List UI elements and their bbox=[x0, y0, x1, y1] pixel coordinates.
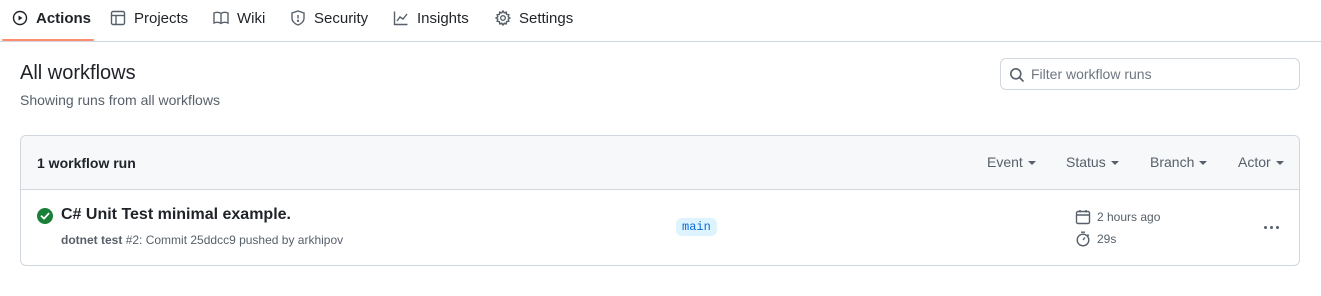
run-time-ago: 2 hours ago bbox=[1097, 210, 1161, 224]
filter-actor[interactable]: Actor bbox=[1238, 154, 1284, 170]
play-circle-icon bbox=[12, 10, 28, 26]
graph-icon bbox=[393, 11, 408, 26]
tab-settings-label: Settings bbox=[519, 9, 574, 27]
search-icon bbox=[1010, 68, 1025, 83]
filter-status[interactable]: Status bbox=[1066, 154, 1119, 170]
book-icon bbox=[213, 11, 229, 25]
tab-wiki[interactable]: Wiki bbox=[213, 0, 265, 36]
runs-list-header: 1 workflow run Event Status Branch Actor bbox=[21, 136, 1299, 190]
chevron-down-icon bbox=[1027, 161, 1036, 165]
tab-security[interactable]: Security bbox=[290, 0, 368, 36]
tab-insights-label: Insights bbox=[417, 9, 469, 27]
tab-security-label: Security bbox=[314, 9, 369, 27]
run-time: 2 hours ago bbox=[1075, 209, 1160, 225]
gear-icon bbox=[495, 10, 511, 26]
filter-status-label: Status bbox=[1066, 154, 1106, 170]
chevron-down-icon bbox=[1275, 161, 1284, 165]
filter-actor-label: Actor bbox=[1238, 154, 1271, 170]
tab-actions-label: Actions bbox=[36, 9, 92, 27]
table-icon bbox=[110, 10, 126, 26]
more-actions-button[interactable] bbox=[1255, 214, 1287, 240]
run-duration-value: 29s bbox=[1097, 232, 1117, 246]
tab-projects[interactable]: Projects bbox=[110, 0, 188, 36]
repo-nav: Actions Projects Wiki Security Insights bbox=[0, 0, 1321, 42]
tab-insights[interactable]: Insights bbox=[393, 0, 469, 36]
filter-branch-label: Branch bbox=[1150, 154, 1195, 170]
kebab-dot bbox=[1269, 225, 1273, 229]
chevron-down-icon bbox=[1110, 161, 1119, 165]
shield-icon bbox=[291, 10, 305, 26]
kebab-dot bbox=[1263, 225, 1267, 229]
calendar-icon bbox=[1075, 210, 1091, 225]
page-subtitle: Showing runs from all workflows bbox=[20, 92, 220, 108]
check-circle-icon bbox=[37, 208, 53, 224]
run-duration: 29s bbox=[1075, 231, 1116, 247]
filter-workflow-runs bbox=[1000, 58, 1300, 90]
run-meta: dotnet test #2: Commit 25ddcc9 pushed by… bbox=[61, 233, 343, 247]
tab-projects-label: Projects bbox=[134, 9, 189, 27]
search-input[interactable] bbox=[1031, 59, 1293, 89]
tab-wiki-label: Wiki bbox=[237, 9, 266, 27]
stopwatch-icon bbox=[1076, 231, 1090, 247]
kebab-dot bbox=[1275, 225, 1279, 229]
page-title: All workflows bbox=[20, 62, 136, 84]
run-title-link[interactable]: C# Unit Test minimal example. bbox=[61, 206, 291, 224]
filter-event-label: Event bbox=[987, 154, 1023, 170]
filter-event[interactable]: Event bbox=[987, 154, 1036, 170]
workflow-run-row: C# Unit Test minimal example. dotnet tes… bbox=[21, 190, 1299, 265]
tab-actions[interactable]: Actions bbox=[12, 0, 91, 36]
active-tab-underline bbox=[2, 39, 94, 41]
run-details: #2: Commit 25ddcc9 pushed by arkhipov bbox=[125, 233, 344, 247]
tab-settings[interactable]: Settings bbox=[495, 0, 573, 36]
runs-count: 1 workflow run bbox=[37, 155, 136, 171]
filter-branch[interactable]: Branch bbox=[1150, 154, 1208, 170]
workflow-runs-list: 1 workflow run Event Status Branch Actor… bbox=[20, 135, 1300, 266]
chevron-down-icon bbox=[1199, 161, 1208, 165]
branch-badge[interactable]: main bbox=[676, 218, 717, 236]
workflow-name: dotnet test bbox=[61, 233, 123, 247]
